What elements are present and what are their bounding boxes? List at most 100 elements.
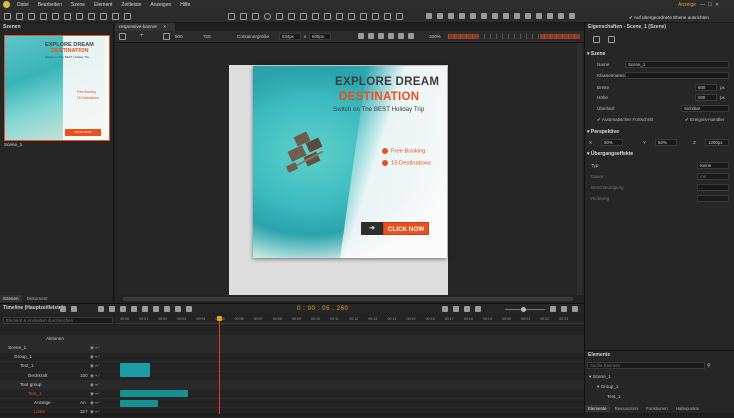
ungroup-icon[interactable] — [547, 13, 553, 19]
same-height-icon[interactable] — [525, 13, 531, 19]
timing-icon[interactable] — [453, 306, 459, 312]
export-icon[interactable] — [100, 13, 107, 20]
visibility-lock-icons[interactable]: ◉ ▪ ∕ — [90, 345, 99, 351]
send-back-icon[interactable] — [569, 13, 575, 19]
distribute-v-icon[interactable] — [503, 13, 509, 19]
scene-label[interactable]: Scene_1 — [4, 142, 22, 147]
group-icon[interactable] — [536, 13, 542, 19]
zoom-out-icon[interactable] — [408, 33, 414, 39]
easing-select[interactable] — [697, 184, 729, 191]
easing-icon[interactable] — [153, 306, 159, 312]
timeline-row[interactable]: Deckkraft 100 ◉ ▪ ∕ — [0, 372, 584, 381]
keyframe-icon[interactable] — [142, 306, 148, 312]
align-left-icon[interactable] — [426, 13, 432, 19]
auto-advance-checkbox[interactable]: ✔ Automatischer Fortschritt — [597, 117, 653, 123]
add-icon[interactable]: + — [140, 33, 144, 39]
type-select[interactable]: Keine — [697, 162, 729, 169]
preview-icon[interactable] — [112, 13, 119, 20]
tab-document[interactable]: Dokument — [24, 295, 51, 302]
visibility-lock-icons[interactable]: ◉ ▪ ∕ — [90, 391, 99, 397]
move-icon[interactable] — [119, 33, 126, 40]
play-icon[interactable] — [109, 306, 115, 312]
tab-resources[interactable]: Ressourcen — [612, 405, 641, 412]
document-tab-close[interactable]: × — [163, 24, 166, 29]
persp-y-field[interactable]: 50% — [655, 139, 677, 146]
close-icon[interactable] — [572, 306, 578, 312]
select-tool-icon[interactable] — [228, 13, 235, 20]
track-bar-text2-b[interactable] — [120, 400, 158, 407]
redo-icon[interactable] — [52, 13, 59, 20]
video-tool-icon[interactable] — [336, 13, 343, 20]
timeline-row[interactable]: Scene_1 ◉ ▪ ∕ — [0, 344, 584, 354]
align-center-icon[interactable] — [437, 13, 443, 19]
zoom-level[interactable]: 100% — [429, 34, 441, 39]
copy-icon[interactable] — [76, 13, 83, 20]
pointer-icon[interactable] — [358, 33, 364, 39]
tab-breakpoints[interactable]: Haltepunkte — [673, 405, 702, 412]
width-field[interactable]: 500 — [695, 84, 717, 91]
text-tool-icon[interactable] — [288, 13, 295, 20]
distribute-h-icon[interactable] — [492, 13, 498, 19]
timeline-row-value[interactable]: 327 — [80, 409, 88, 414]
document-tab[interactable]: responsive-banner × — [115, 23, 175, 31]
visibility-lock-icons[interactable]: ◉ ▪ ∕ — [90, 363, 99, 369]
add-keyframe-icon[interactable] — [60, 306, 66, 312]
align-bottom-icon[interactable] — [481, 13, 487, 19]
visibility-lock-icons[interactable]: ◉ ▪ ∕ — [90, 409, 99, 415]
hand-icon[interactable] — [368, 33, 374, 39]
paste-icon[interactable] — [88, 13, 95, 20]
ease-out-icon[interactable] — [175, 306, 181, 312]
element-item-scene[interactable]: ▾ Scene_1 — [589, 372, 611, 381]
section-transitions[interactable]: ▾ Übergangseffekte — [587, 151, 633, 157]
container-width-field[interactable]: 634px — [279, 33, 301, 40]
tab-functions[interactable]: Funktionen — [643, 405, 671, 412]
pen-icon[interactable] — [550, 306, 556, 312]
container-height-field[interactable]: 600px — [309, 33, 331, 40]
timeline-search[interactable]: Element & Animation durchsuchen — [3, 317, 113, 324]
zoom-out-icon[interactable] — [475, 306, 481, 312]
persp-z-field[interactable]: 1200px — [705, 139, 729, 146]
element-item-text[interactable]: Text_1 — [607, 392, 621, 401]
event-handler-checkbox[interactable]: ✔ Ereignis-Handler — [685, 117, 724, 123]
menu-item[interactable]: Datei — [17, 1, 29, 9]
code-tool-icon[interactable] — [384, 13, 391, 20]
align-middle-icon[interactable] — [470, 13, 476, 19]
snap-icon[interactable] — [378, 33, 384, 39]
cut-icon[interactable] — [64, 13, 71, 20]
canvas-area[interactable]: EXPLORE DREAM DESTINATION Switch on The … — [115, 43, 584, 296]
timeline-row-value[interactable]: An — [80, 400, 86, 405]
menu-item[interactable]: Hilfe — [180, 1, 190, 9]
duration-field[interactable]: ms — [697, 173, 729, 180]
account-link[interactable]: Anzeige — [678, 1, 696, 9]
banner[interactable]: EXPLORE DREAM DESTINATION Switch on The … — [253, 66, 447, 258]
section-scene[interactable]: ▾ Szene — [587, 51, 605, 57]
name-field[interactable]: Scene_1 — [625, 61, 729, 68]
visibility-lock-icons[interactable]: ◉ ▪ ∕ — [90, 382, 99, 388]
persp-x-field[interactable]: 50% — [601, 139, 623, 146]
height-field[interactable]: 500 — [695, 94, 717, 101]
menu-item[interactable]: Element — [94, 1, 112, 9]
container-tool-icon[interactable] — [396, 13, 403, 20]
window-controls[interactable]: — ☐ ✕ — [700, 1, 719, 9]
visibility-lock-icons[interactable]: ◉ ▪ ∕ — [90, 400, 99, 406]
width-value[interactable]: 500 — [175, 34, 183, 39]
timeline-row-value[interactable]: 100 — [80, 373, 88, 378]
rectangle-tool-icon[interactable] — [240, 13, 247, 20]
pen-tool-icon[interactable] — [276, 13, 283, 20]
resize-icon[interactable] — [163, 33, 170, 40]
grid-icon[interactable] — [388, 33, 394, 39]
track-bar-text2[interactable] — [120, 390, 188, 397]
align-top-icon[interactable] — [459, 13, 465, 19]
tab-scenes[interactable]: Szenen — [0, 295, 22, 302]
image-tool-icon[interactable] — [312, 13, 319, 20]
new-file-icon[interactable] — [4, 13, 11, 20]
timeline-row[interactable]: Anzeige An ◉ ▪ ∕ — [0, 399, 584, 409]
properties-icon[interactable] — [593, 36, 600, 43]
menu-item[interactable]: Szene — [71, 1, 85, 9]
class-field[interactable] — [625, 72, 729, 79]
overflow-select[interactable]: Sichtbar — [681, 105, 729, 112]
rounded-rect-tool-icon[interactable] — [252, 13, 259, 20]
undo-icon[interactable] — [40, 13, 47, 20]
ease-in-icon[interactable] — [164, 306, 170, 312]
browser-preview-icon[interactable] — [124, 13, 131, 20]
